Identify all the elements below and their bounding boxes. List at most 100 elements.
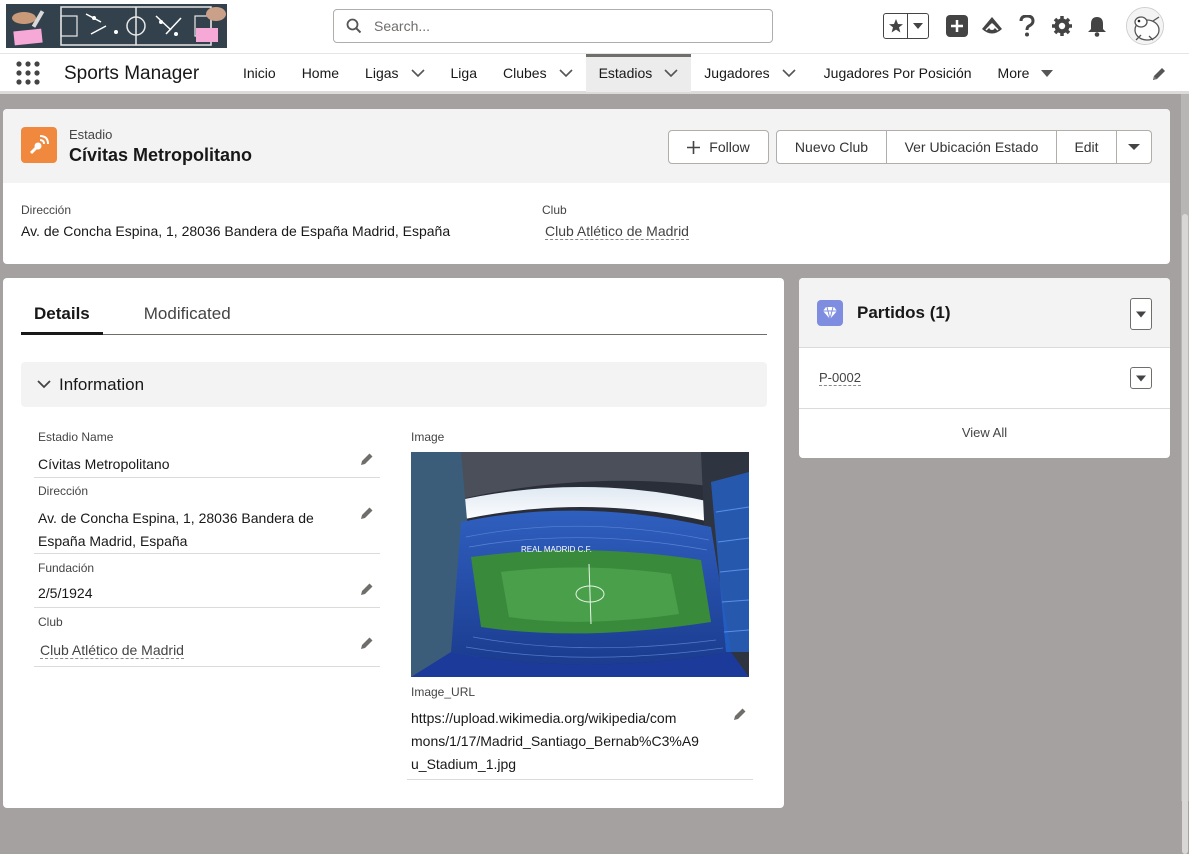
pencil-icon[interactable] bbox=[360, 506, 374, 520]
club-link[interactable]: Club Atlético de Madrid bbox=[40, 642, 184, 659]
view-all-link[interactable]: View All bbox=[799, 409, 1170, 440]
caret-down-icon[interactable] bbox=[1041, 69, 1054, 78]
field-label: Dirección bbox=[38, 484, 89, 498]
scrollbar-thumb[interactable] bbox=[1182, 214, 1188, 854]
nav-item-ligas[interactable]: Ligas bbox=[352, 54, 437, 92]
nav-item-label: Estadios bbox=[598, 65, 653, 81]
highlight-direccion-label: Dirección bbox=[21, 203, 72, 217]
record-title: Cívitas Metropolitano bbox=[69, 145, 253, 165]
global-header bbox=[0, 0, 1189, 53]
information-section-header[interactable]: Information bbox=[21, 362, 767, 407]
pencil-icon[interactable] bbox=[360, 582, 374, 596]
nav-item-home[interactable]: Home bbox=[289, 54, 352, 92]
estadio-object-icon bbox=[21, 127, 57, 163]
field-value-line: España Madrid, España bbox=[38, 533, 188, 549]
app-launcher-icon[interactable] bbox=[16, 61, 40, 85]
field-value: https://upload.wikimedia.org/wikipedia/c… bbox=[411, 707, 699, 776]
stadium-image: REAL MADRID C.F. bbox=[411, 452, 749, 677]
row-actions-button[interactable] bbox=[1130, 367, 1152, 389]
field-label: Fundación bbox=[38, 561, 95, 575]
org-logo-banner[interactable] bbox=[6, 4, 227, 48]
page-scrollbar[interactable] bbox=[1181, 94, 1189, 854]
field-value: Cívitas Metropolitano bbox=[38, 456, 170, 472]
field-estadio-name: Estadio Name Cívitas Metropolitano bbox=[34, 430, 380, 478]
user-avatar[interactable] bbox=[1126, 7, 1164, 45]
chevron-down-icon[interactable] bbox=[37, 380, 51, 389]
ver-ubicacion-estado-button[interactable]: Ver Ubicación Estado bbox=[887, 130, 1057, 164]
field-label: Image bbox=[411, 430, 445, 444]
field-club: Club Club Atlético de Madrid bbox=[34, 615, 380, 667]
help-icon[interactable] bbox=[1015, 14, 1039, 38]
edit-label: Edit bbox=[1074, 139, 1099, 155]
highlight-club: Club Club Atlético de Madrid bbox=[542, 203, 689, 240]
app-nav-bar: Sports Manager Inicio Home Ligas Liga Cl… bbox=[0, 53, 1189, 94]
trailhead-icon[interactable] bbox=[980, 14, 1004, 38]
highlight-club-link[interactable]: Club Atlético de Madrid bbox=[545, 223, 689, 240]
ver-ubicacion-label: Ver Ubicación Estado bbox=[904, 139, 1039, 155]
nav-item-label: Clubes bbox=[502, 65, 547, 81]
partido-record-link[interactable]: P-0002 bbox=[819, 370, 861, 386]
add-icon[interactable] bbox=[945, 14, 969, 38]
nav-item-jugadores-por-posicion[interactable]: Jugadores Por Posición bbox=[809, 54, 985, 92]
svg-text:REAL MADRID C.F.: REAL MADRID C.F. bbox=[521, 545, 592, 554]
related-list-title[interactable]: Partidos (1) bbox=[857, 303, 951, 323]
related-list-menu-button[interactable] bbox=[1130, 298, 1152, 330]
highlight-direccion: Dirección Av. de Concha Espina, 1, 28036… bbox=[21, 203, 450, 239]
nav-item-inicio[interactable]: Inicio bbox=[230, 54, 289, 92]
record-object-type: Estadio bbox=[69, 127, 113, 142]
nav-item-liga[interactable]: Liga bbox=[438, 54, 490, 92]
section-title: Information bbox=[59, 374, 145, 394]
chevron-down-icon[interactable] bbox=[559, 69, 573, 77]
field-value-line: https://upload.wikimedia.org/wikipedia/c… bbox=[411, 710, 677, 726]
global-search[interactable] bbox=[333, 9, 773, 43]
tab-details[interactable]: Details bbox=[21, 298, 103, 335]
pencil-icon[interactable] bbox=[733, 707, 747, 721]
field-label: Image_URL bbox=[411, 685, 476, 699]
more-actions-dropdown[interactable] bbox=[1117, 130, 1152, 164]
nav-item-label: Ligas bbox=[365, 65, 399, 81]
nav-item-estadios[interactable]: Estadios bbox=[585, 54, 692, 92]
plus-icon bbox=[687, 140, 701, 154]
nav-item-clubes[interactable]: Clubes bbox=[490, 54, 586, 92]
notification-bell-icon[interactable] bbox=[1085, 14, 1109, 38]
highlight-club-label: Club bbox=[542, 203, 567, 217]
tab-modificated[interactable]: Modificated bbox=[131, 298, 244, 335]
pencil-icon[interactable] bbox=[360, 452, 374, 466]
nav-item-jugadores[interactable]: Jugadores bbox=[691, 54, 808, 92]
field-image-url: Image_URL https://upload.wikimedia.org/w… bbox=[407, 685, 753, 780]
related-list-partidos: Partidos (1) P-0002 View All bbox=[799, 278, 1170, 458]
field-label: Estadio Name bbox=[38, 430, 114, 444]
nav-item-label: Liga bbox=[450, 65, 477, 81]
field-value-line: Av. de Concha Espina, 1, 28036 Bandera d… bbox=[38, 510, 314, 526]
edit-nav-pencil-icon[interactable] bbox=[1151, 66, 1167, 82]
field-value-line: u_Stadium_1.jpg bbox=[411, 756, 517, 772]
nav-item-more[interactable]: More bbox=[985, 54, 1067, 92]
follow-button[interactable]: Follow bbox=[668, 130, 769, 164]
highlight-direccion-value: Av. de Concha Espina, 1, 28036 Bandera d… bbox=[21, 223, 451, 239]
pencil-icon[interactable] bbox=[360, 636, 374, 650]
record-highlights-card: Estadio Cívitas Metropolitano Follow Nue… bbox=[3, 109, 1170, 264]
details-card: Details Modificated Information Estadio … bbox=[3, 278, 784, 808]
record-actions: Follow Nuevo Club Ver Ubicación Estado E… bbox=[668, 130, 1152, 164]
record-tabs: Details Modificated bbox=[21, 298, 767, 335]
edit-button[interactable]: Edit bbox=[1057, 130, 1117, 164]
chevron-down-icon[interactable] bbox=[782, 69, 796, 77]
search-icon bbox=[346, 18, 362, 34]
nuevo-club-button[interactable]: Nuevo Club bbox=[776, 130, 887, 164]
nav-item-label: Home bbox=[301, 65, 340, 81]
search-input[interactable] bbox=[372, 17, 752, 35]
chevron-down-icon[interactable] bbox=[908, 14, 928, 38]
favorites-button-group bbox=[883, 13, 929, 39]
setup-gear-icon[interactable] bbox=[1050, 14, 1074, 38]
nav-item-label: Jugadores bbox=[704, 65, 770, 81]
field-direccion: Dirección Av. de Concha Espina, 1, 28036… bbox=[34, 484, 380, 554]
nav-item-label: Inicio bbox=[243, 65, 276, 81]
app-name: Sports Manager bbox=[64, 63, 200, 84]
field-label: Club bbox=[38, 615, 63, 629]
chevron-down-icon[interactable] bbox=[664, 69, 678, 77]
nav-item-label: Jugadores Por Posición bbox=[823, 65, 972, 81]
caret-down-icon bbox=[1136, 311, 1146, 318]
related-list-header: Partidos (1) bbox=[799, 278, 1170, 348]
star-icon[interactable] bbox=[884, 14, 908, 38]
chevron-down-icon[interactable] bbox=[410, 69, 425, 77]
